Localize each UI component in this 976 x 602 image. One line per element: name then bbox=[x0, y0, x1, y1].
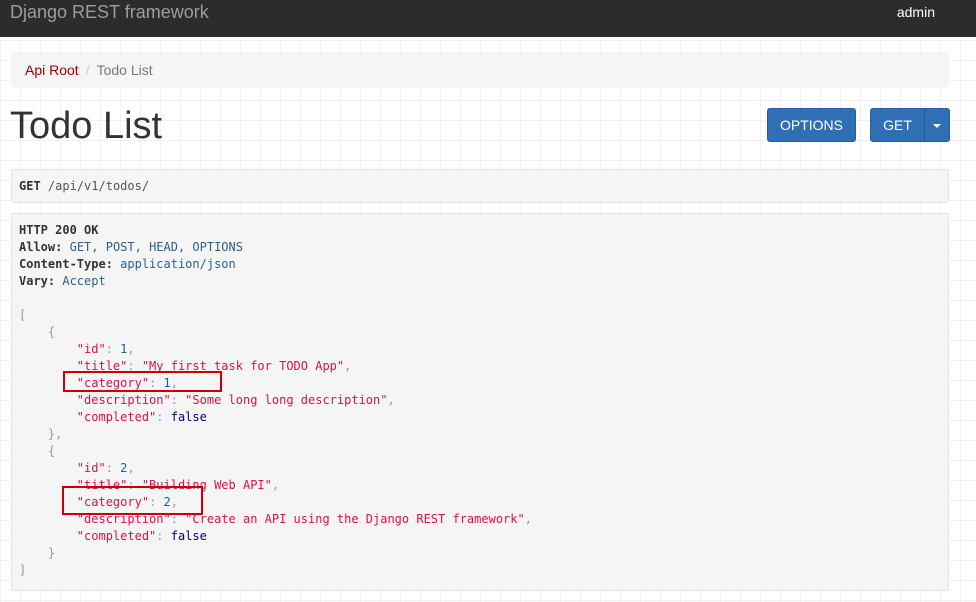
page-title: Todo List bbox=[10, 105, 163, 147]
json-value: "Some long long description" bbox=[185, 393, 388, 407]
category-highlight-box bbox=[63, 371, 222, 392]
json-key: "description" bbox=[76, 393, 171, 407]
json-key: "completed" bbox=[76, 410, 157, 424]
breadcrumb-current: Todo List bbox=[96, 62, 153, 78]
response-info: HTTP 200 OK Allow: GET, POST, HEAD, OPTI… bbox=[11, 213, 949, 591]
header-value: application/json bbox=[120, 257, 236, 271]
header-name: Allow: bbox=[19, 240, 63, 254]
header-name: Vary: bbox=[19, 274, 56, 288]
json-key: "completed" bbox=[76, 529, 157, 543]
navbar: Django REST framework admin bbox=[0, 0, 976, 37]
category-highlight-box bbox=[62, 486, 203, 515]
header-value: Accept bbox=[62, 274, 106, 288]
get-format-dropdown[interactable] bbox=[924, 108, 950, 142]
breadcrumb-separator: / bbox=[85, 62, 90, 78]
header-value: GET, POST, HEAD, OPTIONS bbox=[69, 240, 243, 254]
breadcrumb: Api Root / Todo List bbox=[11, 52, 949, 88]
json-value: "Create an API using the Django REST fra… bbox=[185, 512, 525, 526]
json-key: "id" bbox=[76, 461, 106, 475]
breadcrumb-api-root[interactable]: Api Root bbox=[25, 62, 79, 78]
brand-link[interactable]: Django REST framework bbox=[10, 2, 209, 22]
json-value: false bbox=[170, 410, 207, 424]
caret-down-icon bbox=[933, 124, 941, 129]
response-status: HTTP 200 OK bbox=[19, 223, 99, 237]
get-button[interactable]: GET bbox=[870, 108, 925, 142]
json-value: false bbox=[170, 529, 207, 543]
header-name: Content-Type: bbox=[19, 257, 113, 271]
user-menu[interactable]: admin bbox=[897, 3, 935, 21]
json-key: "id" bbox=[76, 342, 106, 356]
request-method: GET bbox=[19, 179, 41, 193]
options-button[interactable]: OPTIONS bbox=[767, 108, 856, 142]
request-info: GET /api/v1/todos/ bbox=[11, 169, 949, 203]
request-path: /api/v1/todos/ bbox=[47, 179, 150, 193]
